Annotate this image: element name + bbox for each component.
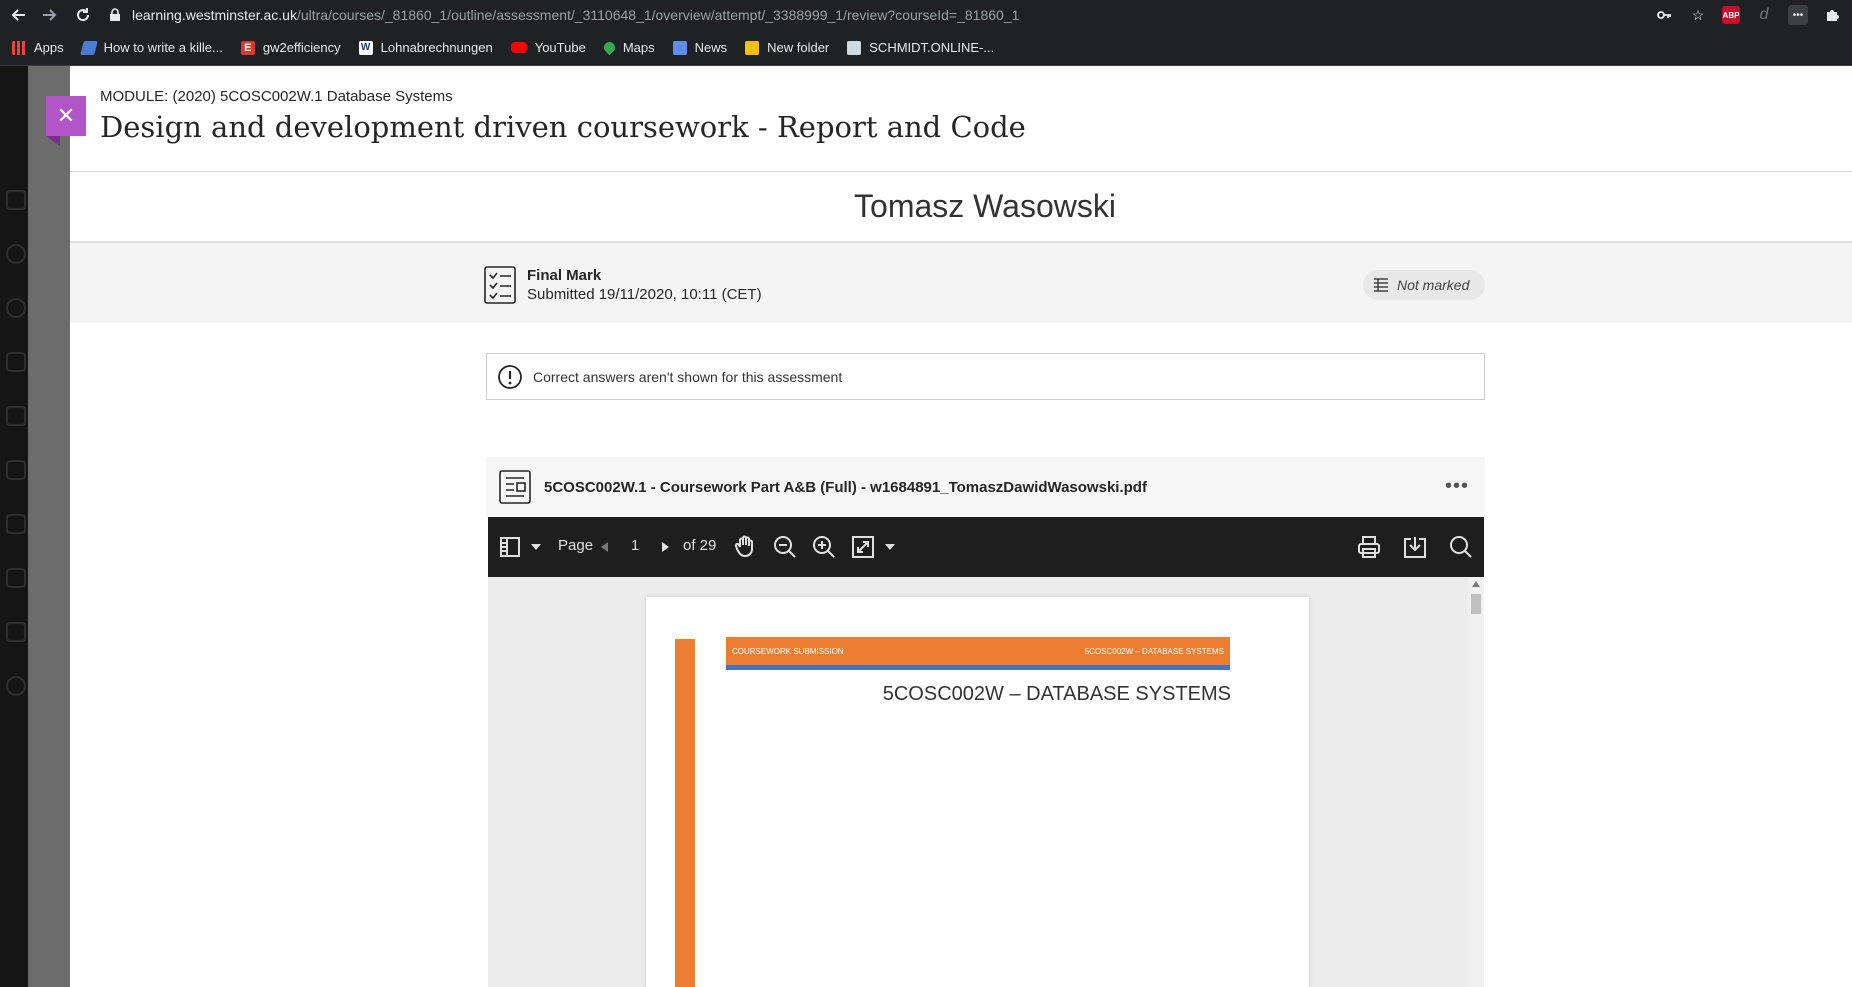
messages-icon[interactable] xyxy=(6,514,26,534)
document-title: 5COSC002W – DATABASE SYSTEMS xyxy=(882,683,1231,705)
url-host: learning.westminster.ac.uk xyxy=(132,7,297,23)
bookmark-lohnabrechnungen[interactable]: W Lohnabrechnungen xyxy=(358,40,493,55)
fit-page-icon[interactable] xyxy=(850,534,876,560)
institution-icon[interactable] xyxy=(6,190,26,210)
feather-icon xyxy=(79,40,98,55)
pan-hand-icon[interactable] xyxy=(732,533,758,559)
mark-bar xyxy=(70,243,1852,323)
puzzle-icon[interactable] xyxy=(1822,5,1842,25)
bookmark-apps[interactable]: Apps xyxy=(12,40,64,55)
extensions-area: ☆ ABP d ••• xyxy=(1654,0,1852,30)
sidebar-toggle-icon[interactable] xyxy=(498,535,522,559)
key-icon[interactable] xyxy=(1654,5,1674,25)
folder-icon xyxy=(745,40,760,55)
extension-menu-icon[interactable]: ••• xyxy=(1788,5,1808,25)
address-bar[interactable]: learning.westminster.ac.uk/ultra/courses… xyxy=(108,3,1708,27)
e-logo-icon: E xyxy=(240,40,255,55)
bookmark-gw2efficiency[interactable]: Egw2efficiency xyxy=(240,40,341,55)
module-label: MODULE: (2020) 5COSC002W.1 Database Syst… xyxy=(100,88,453,105)
rubric-grid-icon xyxy=(1374,278,1388,292)
search-icon[interactable] xyxy=(1448,534,1474,560)
more-options-icon[interactable]: ••• xyxy=(1445,475,1469,498)
page-title: Design and development driven coursework… xyxy=(100,110,1026,144)
page-total: of 29 xyxy=(683,537,717,554)
apps-grid-icon xyxy=(12,40,26,55)
notice-text: Correct answers aren't shown for this as… xyxy=(533,368,843,385)
tools-icon[interactable] xyxy=(6,622,26,642)
sign-out-icon[interactable] xyxy=(6,676,26,696)
attachment-header: 5COSC002W.1 - Coursework Part A&B (Full)… xyxy=(486,457,1485,517)
info-notice: Correct answers aren't shown for this as… xyxy=(486,353,1485,400)
bookmark-killer[interactable]: How to write a kille... xyxy=(79,40,223,55)
attachment-filename[interactable]: 5COSC002W.1 - Coursework Part A&B (Full)… xyxy=(544,479,1147,496)
courses-icon[interactable] xyxy=(6,352,26,372)
pdf-scrollbar[interactable] xyxy=(1468,577,1484,987)
bookmark-new-folder[interactable]: New folder xyxy=(745,40,829,55)
bookmark-news[interactable]: News xyxy=(672,40,727,55)
calendar-icon[interactable] xyxy=(6,460,26,480)
page-header-left: COURSEWORK SUBMISSION xyxy=(732,646,844,656)
zoom-out-icon[interactable] xyxy=(772,534,798,560)
bookmark-maps[interactable]: Maps xyxy=(601,39,655,56)
alert-circle-icon xyxy=(498,364,522,389)
assessment-checklist-icon xyxy=(484,266,516,304)
reload-icon[interactable] xyxy=(68,0,98,30)
maps-pin-icon xyxy=(601,39,618,56)
print-icon[interactable] xyxy=(1356,534,1382,560)
bookmark-schmidt[interactable]: SCHMIDT.ONLINE-... xyxy=(847,40,994,55)
grade-status-badge[interactable]: Not marked xyxy=(1363,270,1485,300)
pdf-toolbar: Page 1 of 29 xyxy=(488,517,1484,577)
scroll-thumb[interactable] xyxy=(1471,594,1481,614)
student-name: Tomasz Wasowski xyxy=(854,188,1116,224)
previous-page-icon[interactable] xyxy=(596,539,612,555)
bookmark-youtube[interactable]: YouTube xyxy=(510,40,586,55)
header-divider xyxy=(70,171,1852,172)
bookmarks-bar: Apps How to write a kille... Egw2efficie… xyxy=(0,30,1852,66)
document-icon xyxy=(499,470,531,504)
close-icon: ✕ xyxy=(56,103,76,128)
back-icon[interactable] xyxy=(4,0,34,30)
w-logo-icon: W xyxy=(358,40,373,55)
scroll-up-icon[interactable] xyxy=(1472,581,1480,587)
schmidt-icon xyxy=(847,40,862,55)
page-header-rule xyxy=(726,665,1230,670)
next-page-icon[interactable] xyxy=(658,539,674,555)
d-extension-icon[interactable]: d xyxy=(1754,5,1774,25)
page-header-right: 5COSC002W – DATABASE SYSTEMS xyxy=(1084,646,1224,656)
page-header-band: COURSEWORK SUBMISSION 5COSC002W – DATABA… xyxy=(726,637,1230,665)
page-number-input[interactable]: 1 xyxy=(625,537,645,554)
browser-toolbar: learning.westminster.ac.uk/ultra/courses… xyxy=(0,0,1852,30)
adblock-icon[interactable]: ABP xyxy=(1722,6,1740,24)
profile-icon[interactable] xyxy=(6,244,26,264)
globe-icon[interactable] xyxy=(6,298,26,318)
page-label: Page xyxy=(558,537,594,554)
zoom-in-icon[interactable] xyxy=(811,534,837,560)
grades-icon[interactable] xyxy=(6,568,26,588)
news-icon xyxy=(672,40,687,55)
page-side-stripe xyxy=(675,639,695,987)
course-nav-rail xyxy=(0,66,28,987)
lock-icon xyxy=(110,8,120,21)
pdf-page: COURSEWORK SUBMISSION 5COSC002W – DATABA… xyxy=(646,597,1309,987)
star-icon[interactable]: ☆ xyxy=(1688,5,1708,25)
final-mark-label: Final Mark xyxy=(527,267,602,284)
submitted-date: Submitted 19/11/2020, 10:11 (CET) xyxy=(527,286,762,303)
forward-icon[interactable] xyxy=(34,0,64,30)
grade-status-text: Not marked xyxy=(1397,277,1470,293)
url-path: /ultra/courses/_81860_1/outline/assessme… xyxy=(296,7,1020,23)
download-icon[interactable] xyxy=(1402,534,1428,560)
fit-dropdown-chevron-icon[interactable] xyxy=(882,539,898,555)
sidebar-dropdown-chevron-icon[interactable] xyxy=(528,539,544,555)
overlay-backdrop xyxy=(28,66,70,987)
organizations-icon[interactable] xyxy=(6,406,26,426)
youtube-icon xyxy=(510,42,527,53)
close-panel-button[interactable]: ✕ xyxy=(46,96,86,146)
